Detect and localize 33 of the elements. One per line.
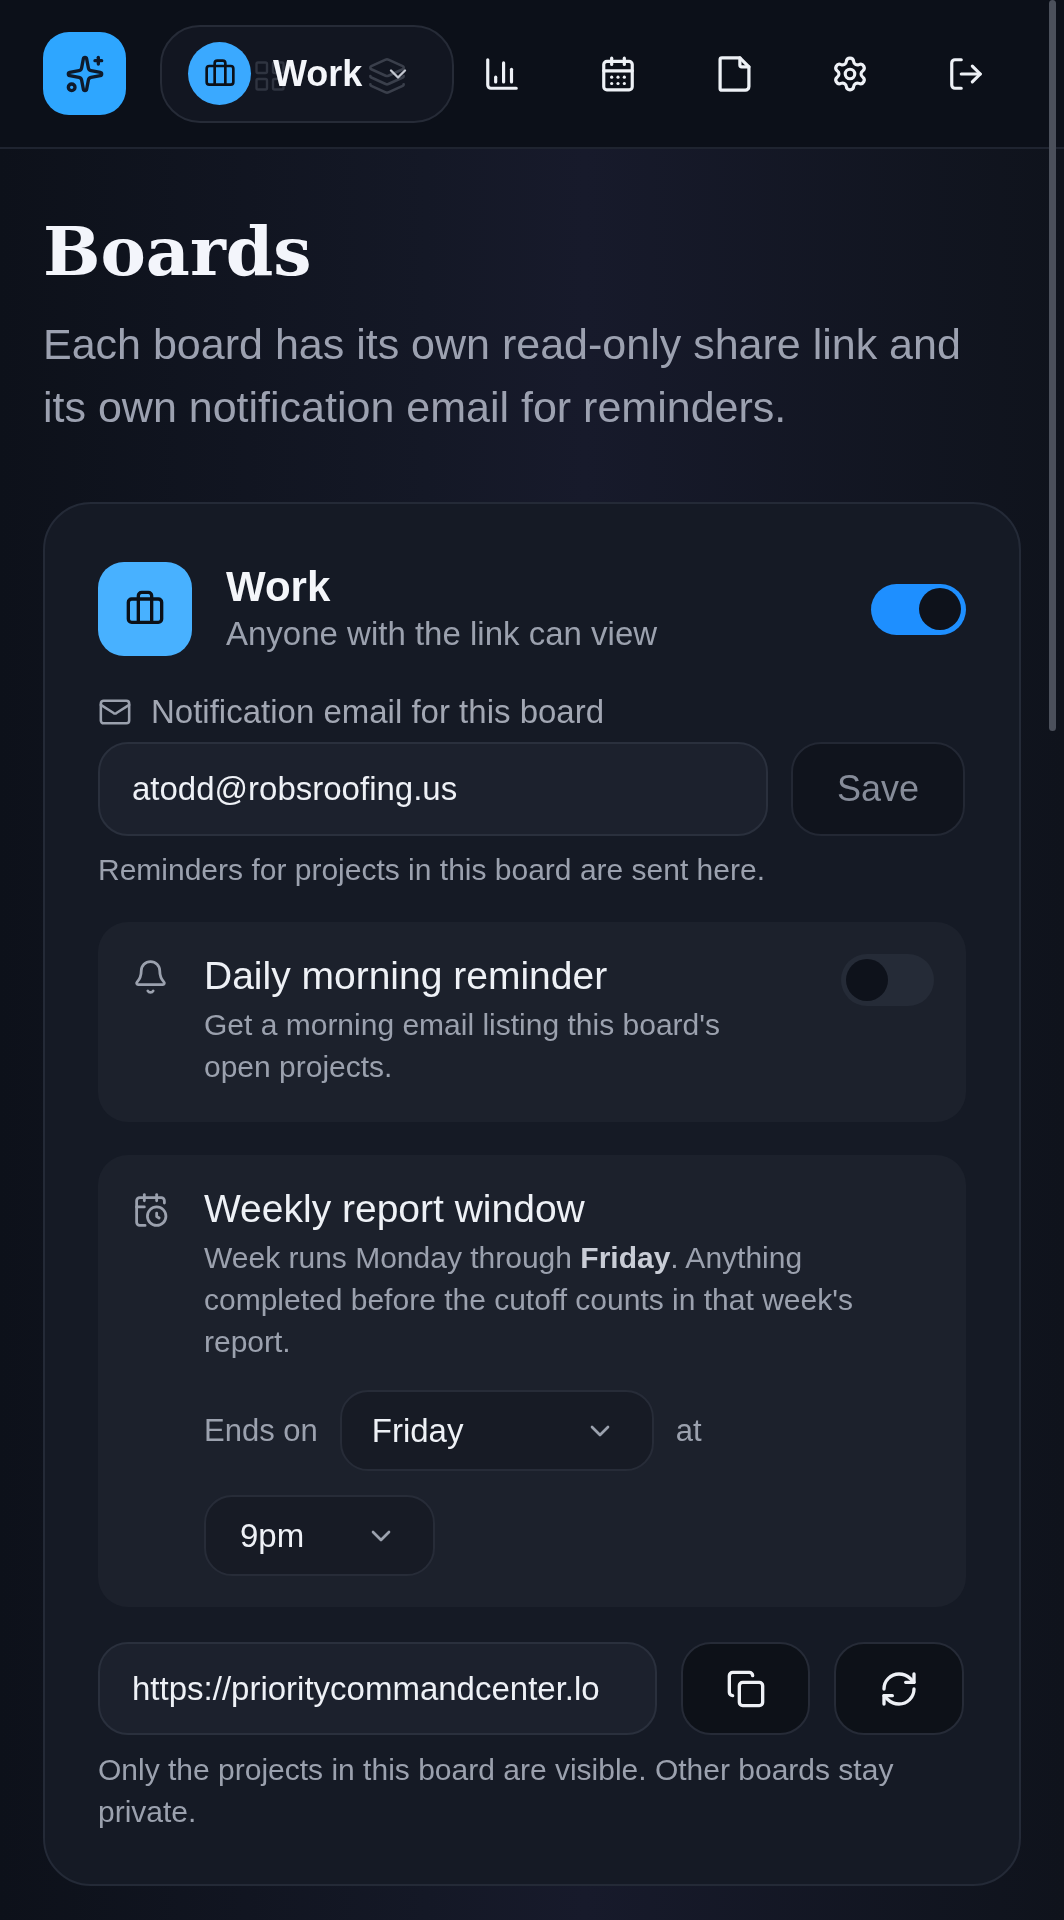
- share-link-field[interactable]: https://prioritycommandcenter.lo: [98, 1642, 657, 1735]
- scrollbar-thumb[interactable]: [1049, 0, 1056, 731]
- sparkle-button[interactable]: [43, 32, 126, 115]
- day-select[interactable]: Friday: [339, 1390, 654, 1471]
- settings-icon: [831, 54, 869, 93]
- setting-description: Week runs Monday through Friday. Anything completed before the cutoff counts in that week's report.: [204, 1240, 854, 1360]
- page-subtitle: Each board has its own read-only share link and its own notification email for reminders.: [43, 319, 962, 433]
- share-link-hint: Only the projects in this board are visible. Other boards stay private.: [98, 1752, 895, 1830]
- copy-button[interactable]: [681, 1642, 810, 1735]
- calendar-clock-icon: [132, 1191, 169, 1229]
- email-label: Notification email for this board: [151, 692, 605, 732]
- ends-on-label: Ends on: [204, 1411, 318, 1450]
- setting-title: Daily morning reminder: [204, 953, 609, 999]
- document-icon: [717, 55, 751, 92]
- email-hint: Reminders for projects in this board are sent here.: [98, 852, 766, 888]
- sparkle-icon: [64, 53, 105, 94]
- layers-icon: [367, 55, 407, 96]
- setting-title: Weekly report window: [204, 1186, 586, 1232]
- time-select[interactable]: 9pm: [204, 1495, 435, 1576]
- share-toggle[interactable]: [871, 583, 966, 635]
- refresh-button[interactable]: [834, 1642, 964, 1735]
- board-visibility: Anyone with the link can view: [226, 614, 658, 654]
- copy-icon: [725, 1668, 766, 1709]
- reminder-toggle[interactable]: [841, 954, 934, 1006]
- board-name: Work: [226, 562, 332, 612]
- email-field[interactable]: atodd@robsroofing.us: [98, 742, 768, 836]
- briefcase-icon: [98, 562, 192, 656]
- bell-icon: [132, 958, 169, 996]
- calendar-icon: [599, 54, 637, 93]
- setting-description: Get a morning email listing this board's open projects.: [204, 1007, 721, 1085]
- workspace-switcher[interactable]: Work: [160, 24, 454, 123]
- at-label: at: [675, 1411, 702, 1450]
- page-title: Boards: [43, 211, 313, 291]
